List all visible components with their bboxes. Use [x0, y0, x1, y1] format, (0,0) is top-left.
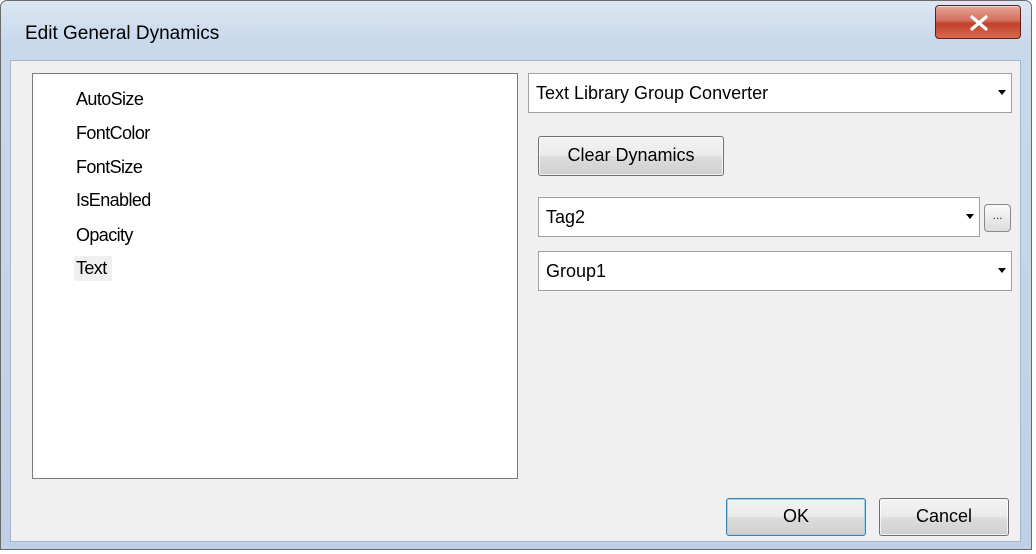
tag-browse-button[interactable]: ... [984, 204, 1011, 232]
chevron-down-icon [998, 268, 1006, 273]
group-select-value: Group1 [546, 261, 607, 281]
window-title: Edit General Dynamics [25, 23, 220, 44]
clear-dynamics-label: Clear Dynamics [567, 145, 695, 165]
property-item-fontsize[interactable]: FontSize [74, 155, 147, 180]
cancel-label: Cancel [915, 506, 973, 526]
tag-dropdown-button[interactable] [961, 198, 979, 236]
title-bar: Edit General Dynamics [1, 1, 1031, 59]
group-dropdown-button[interactable] [993, 252, 1011, 290]
dialog-window: Edit General Dynamics AutoSize FontColor… [0, 0, 1032, 550]
property-item-isenabled[interactable]: IsEnabled [74, 188, 156, 213]
converter-select[interactable]: Text Library Group Converter [528, 73, 1012, 113]
cancel-button[interactable]: Cancel [879, 498, 1009, 536]
chevron-down-icon [966, 214, 974, 219]
converter-dropdown-button[interactable] [993, 74, 1011, 112]
ok-label: OK [782, 506, 809, 526]
property-list[interactable]: AutoSize FontColor FontSize IsEnabled Op… [32, 73, 518, 479]
tag-select-value: Tag2 [546, 207, 586, 227]
property-item-autosize[interactable]: AutoSize [74, 87, 148, 112]
chevron-down-icon [998, 90, 1006, 95]
property-item-opacity[interactable]: Opacity [74, 223, 138, 248]
dialog-body: AutoSize FontColor FontSize IsEnabled Op… [10, 60, 1021, 542]
tag-select[interactable]: Tag2 [538, 197, 980, 237]
group-select[interactable]: Group1 [538, 251, 1012, 291]
converter-select-value: Text Library Group Converter [536, 83, 769, 103]
close-button[interactable] [935, 5, 1021, 39]
close-x-icon [970, 15, 988, 31]
property-item-text[interactable]: Text [74, 256, 112, 281]
clear-dynamics-button[interactable]: Clear Dynamics [538, 136, 724, 176]
property-item-fontcolor[interactable]: FontColor [74, 121, 155, 146]
ok-button[interactable]: OK [726, 498, 866, 536]
